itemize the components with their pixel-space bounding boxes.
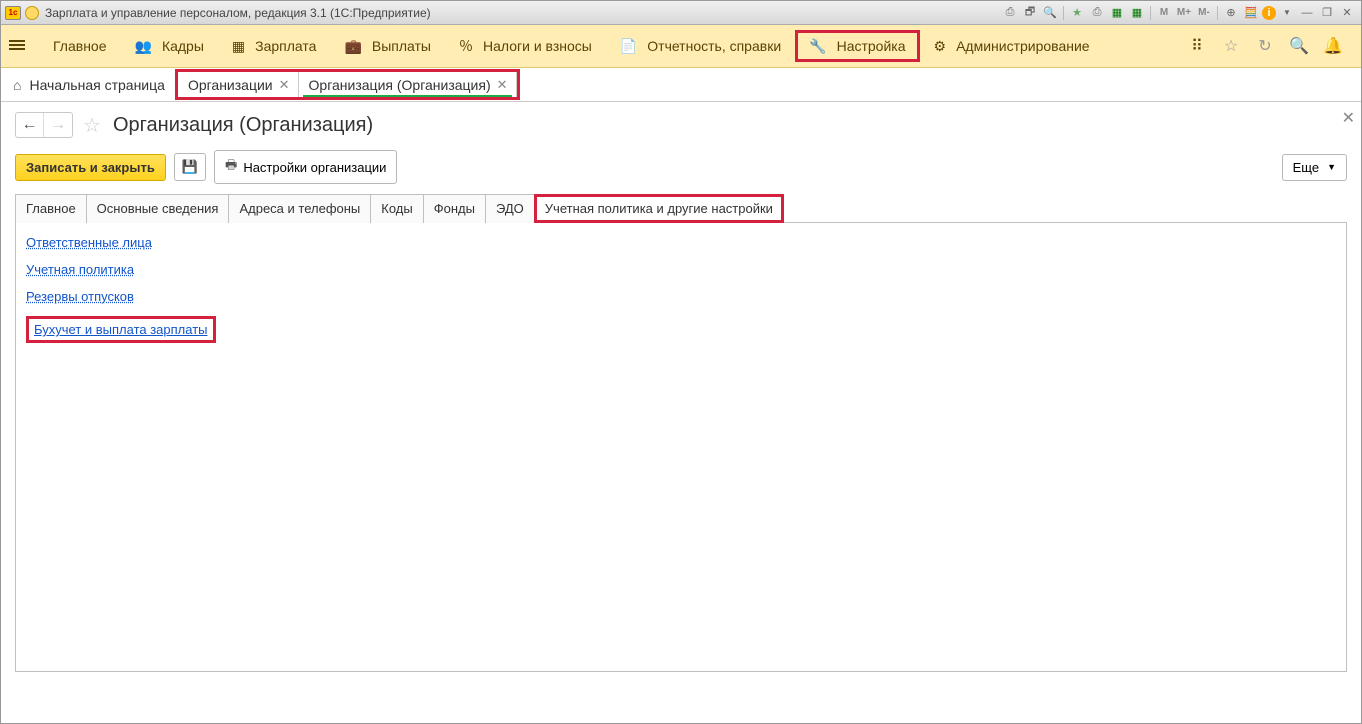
history-icon[interactable]: ↻ <box>1255 36 1275 56</box>
tb-mminus-icon[interactable]: M- <box>1195 5 1213 21</box>
app-1c-icon: 1c <box>5 6 21 20</box>
favorite-star-icon[interactable]: ☆ <box>83 113 103 138</box>
tb-print2-icon[interactable]: ⎙ <box>1088 5 1106 21</box>
menu-item-6[interactable]: 🔧 Настройка <box>795 30 919 62</box>
more-label: Еще <box>1293 160 1319 175</box>
more-button[interactable]: Еще ▼ <box>1282 154 1347 181</box>
save-and-close-button[interactable]: Записать и закрыть <box>15 154 166 181</box>
tb-m-icon[interactable]: M <box>1155 5 1173 21</box>
doc-tab-label: Организации <box>188 77 273 93</box>
print-icon: 🖶 <box>225 156 237 178</box>
doc-tab-label: Организация (Организация) <box>309 77 491 93</box>
menu-label-6: Настройка <box>837 38 906 54</box>
menu-icon-7: ⚙ <box>934 38 947 55</box>
menu-label-0: Главное <box>53 38 107 54</box>
settings-link-2[interactable]: Резервы отпусков <box>26 289 134 304</box>
menu-label-7: Администрирование <box>956 38 1090 54</box>
notifications-icon[interactable]: 🔔 <box>1323 36 1343 56</box>
menu-icon-3: 💼 <box>344 38 361 55</box>
menu-item-1[interactable]: 👥 Кадры <box>121 30 218 62</box>
menu-label-1: Кадры <box>162 38 204 54</box>
home-tab-label[interactable]: Начальная страница <box>29 77 164 93</box>
document-tabbar: ⌂ Начальная страница Организации✕Организ… <box>1 68 1361 102</box>
page-toolbar: Записать и закрыть 💾 🖶 Настройки организа… <box>15 150 1347 184</box>
titlebar-dropdown-icon[interactable] <box>25 6 39 20</box>
tb-calc-icon[interactable]: 🧮 <box>1242 5 1260 21</box>
save-icon: 💾 <box>182 159 198 175</box>
nav-back-forward: ← → <box>15 112 73 138</box>
chevron-down-icon: ▼ <box>1327 162 1336 172</box>
settings-link-0[interactable]: Ответственные лица <box>26 235 152 250</box>
favorites-icon[interactable]: ☆ <box>1221 36 1241 56</box>
tb-copy-icon[interactable]: 🗗 <box>1021 5 1039 21</box>
window-close-icon[interactable]: ✕ <box>1338 5 1356 21</box>
menu-item-4[interactable]: ％ Налоги и взносы <box>445 30 606 62</box>
main-menu-right: ⠿ ☆ ↻ 🔍 🔔 <box>1187 36 1353 56</box>
doc-tab-close-icon[interactable]: ✕ <box>497 77 508 93</box>
menu-label-3: Выплаты <box>372 38 431 54</box>
menu-item-2[interactable]: ▦ Зарплата <box>218 30 331 62</box>
org-settings-button[interactable]: 🖶 Настройки организации <box>214 150 397 184</box>
apps-grid-icon[interactable]: ⠿ <box>1187 36 1207 56</box>
menu-toggle-icon[interactable] <box>9 38 29 55</box>
window-titlebar: 1c Зарплата и управление персоналом, ред… <box>1 1 1361 25</box>
tb-calendar-icon[interactable]: ▦ <box>1108 5 1126 21</box>
menu-icon-2: ▦ <box>232 38 245 55</box>
inner-tab-0[interactable]: Главное <box>15 194 87 223</box>
menu-item-7[interactable]: ⚙ Администрирование <box>920 30 1104 62</box>
inner-tab-4[interactable]: Фонды <box>423 194 486 223</box>
doc-tab-0[interactable]: Организации ✕ <box>178 72 299 97</box>
inner-tabs: ГлавноеОсновные сведенияАдреса и телефон… <box>15 194 1347 223</box>
highlighted-tab-group: Организации ✕ Организация (Организация) ✕ <box>175 69 520 100</box>
menu-icon-5: 📄 <box>620 38 637 55</box>
inner-tab-5[interactable]: ЭДО <box>485 194 535 223</box>
org-settings-label: Настройки организации <box>243 160 386 175</box>
settings-link-3[interactable]: Бухучет и выплата зарплаты <box>26 316 216 343</box>
menu-label-5: Отчетность, справки <box>647 38 781 54</box>
page-title: Организация (Организация) <box>113 114 373 137</box>
tb-zoom-icon[interactable]: ⊕ <box>1222 5 1240 21</box>
menu-item-3[interactable]: 💼 Выплаты <box>330 30 445 62</box>
inner-tab-6[interactable]: Учетная политика и другие настройки <box>534 194 784 223</box>
tb-mplus-icon[interactable]: M+ <box>1175 5 1193 21</box>
tb-fav-icon[interactable]: ★ <box>1068 5 1086 21</box>
menu-icon-1: 👥 <box>135 38 152 55</box>
nav-back-icon[interactable]: ← <box>16 113 44 137</box>
main-menu: Главное 👥 Кадры ▦ Зарплата 💼 Выплаты ％ Налоги и … <box>1 25 1361 68</box>
doc-tab-close-icon[interactable]: ✕ <box>279 77 290 93</box>
window-title: Зарплата и управление персоналом, редакц… <box>45 6 431 20</box>
settings-link-1[interactable]: Учетная политика <box>26 262 134 277</box>
menu-icon-6: 🔧 <box>809 38 826 55</box>
settings-link-list: Ответственные лица Учетная политика Резерв… <box>26 235 1336 355</box>
close-page-icon[interactable]: ✕ <box>1342 108 1355 128</box>
tb-preview-icon[interactable]: 🔍 <box>1041 5 1059 21</box>
inner-tab-3[interactable]: Коды <box>370 194 423 223</box>
inner-tab-body: Ответственные лица Учетная политика Резерв… <box>15 222 1347 672</box>
tb-print-icon[interactable]: ⎙ <box>1001 5 1019 21</box>
search-icon[interactable]: 🔍 <box>1289 36 1309 56</box>
tb-drop-icon[interactable]: ▼ <box>1278 5 1296 21</box>
save-button[interactable]: 💾 <box>174 153 206 181</box>
menu-item-0[interactable]: Главное <box>39 30 121 62</box>
menu-label-4: Налоги и взносы <box>483 38 592 54</box>
tb-calendar31-icon[interactable]: ▦ <box>1128 5 1146 21</box>
page-content: ✕ ← → ☆ Организация (Организация) Записа… <box>1 102 1361 723</box>
tb-info-icon[interactable]: i <box>1262 6 1276 20</box>
home-icon[interactable]: ⌂ <box>13 77 21 93</box>
window-restore-icon[interactable]: ❐ <box>1318 5 1336 21</box>
inner-tab-1[interactable]: Основные сведения <box>86 194 230 223</box>
menu-label-2: Зарплата <box>255 38 316 54</box>
window-minimize-icon[interactable]: — <box>1298 5 1316 21</box>
menu-icon-4: ％ <box>459 36 473 56</box>
inner-tab-2[interactable]: Адреса и телефоны <box>228 194 371 223</box>
nav-forward-icon[interactable]: → <box>44 113 72 137</box>
menu-item-5[interactable]: 📄 Отчетность, справки <box>606 30 795 62</box>
doc-tab-1[interactable]: Организация (Организация) ✕ <box>299 72 517 97</box>
